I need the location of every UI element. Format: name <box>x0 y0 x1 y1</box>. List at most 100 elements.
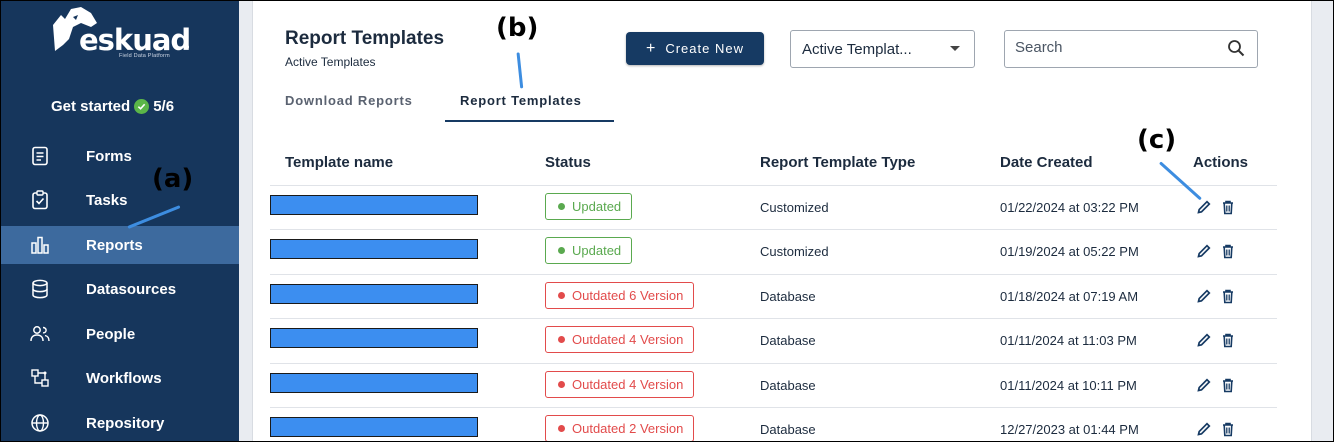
column-header-template-name[interactable]: Template name <box>285 154 393 171</box>
status-text: Outdated 6 Version <box>572 288 684 303</box>
create-new-label: Create New <box>665 41 744 56</box>
edit-pencil-icon[interactable] <box>1196 199 1212 215</box>
search-icon[interactable] <box>1227 39 1245 57</box>
brand-name: eskuad <box>79 23 191 57</box>
redacted-template-name <box>270 417 478 437</box>
redacted-template-name <box>270 373 478 393</box>
status-text: Outdated 2 Version <box>572 421 684 436</box>
status-dot-icon <box>558 247 565 254</box>
globe-icon <box>30 413 50 433</box>
column-header-date-created[interactable]: Date Created <box>1000 154 1093 171</box>
status-badge: Updated <box>545 237 633 264</box>
sidebar-item-tasks[interactable]: Tasks <box>1 181 239 219</box>
template-filter-value: Active Templat... <box>802 40 912 58</box>
date-created: 01/22/2024 at 03:22 PM <box>1000 200 1139 215</box>
edit-pencil-icon[interactable] <box>1196 377 1212 393</box>
annotation-c: (c) <box>1137 125 1177 155</box>
trash-icon[interactable] <box>1220 199 1236 215</box>
template-filter-select[interactable]: Active Templat... <box>790 30 975 68</box>
search-box[interactable] <box>1004 30 1258 68</box>
edit-pencil-icon[interactable] <box>1196 288 1212 304</box>
get-started-progress[interactable]: Get started 5/6 <box>51 98 174 115</box>
redacted-template-name <box>270 239 478 259</box>
template-type: Customized <box>760 244 829 259</box>
eskuad-logo[interactable]: eskuad Field Data Platform <box>51 5 193 61</box>
active-tab-indicator <box>445 120 614 122</box>
sidebar-item-workflows[interactable]: Workflows <box>1 359 239 397</box>
sidebar-item-people[interactable]: People <box>1 315 239 353</box>
trash-icon[interactable] <box>1220 421 1236 437</box>
brand-tagline: Field Data Platform <box>119 53 170 59</box>
page-subtitle: Active Templates <box>285 55 376 69</box>
date-created: 12/27/2023 at 01:44 PM <box>1000 422 1139 437</box>
status-badge: Outdated 4 Version <box>545 371 695 398</box>
status-dot-icon <box>558 292 565 299</box>
forms-icon <box>30 146 50 166</box>
sidebar-item-reports[interactable]: Reports <box>1 226 239 264</box>
status-text: Updated <box>572 199 622 214</box>
page-title: Report Templates <box>285 28 445 49</box>
edit-pencil-icon[interactable] <box>1196 243 1212 259</box>
caret-down-icon <box>950 46 960 51</box>
sidebar-item-label: People <box>86 325 136 343</box>
status-dot-icon <box>558 425 565 432</box>
sidebar-item-datasources[interactable]: Datasources <box>1 270 239 308</box>
status-dot-icon <box>558 203 565 210</box>
date-created: 01/11/2024 at 10:11 PM <box>1000 378 1137 393</box>
annotation-a: (a) <box>152 164 194 194</box>
status-text: Outdated 4 Version <box>572 332 684 347</box>
redacted-template-name <box>270 284 478 304</box>
get-started-label: Get started <box>51 98 131 115</box>
sidebar: eskuad Field Data Platform Get started 5… <box>1 1 239 441</box>
sidebar-item-forms[interactable]: Forms <box>1 137 239 175</box>
status-text: Updated <box>572 243 622 258</box>
app-window: eskuad Field Data Platform Get started 5… <box>0 0 1334 442</box>
search-input[interactable] <box>1015 39 1215 56</box>
sidebar-item-label: Reports <box>86 236 143 254</box>
column-header-type[interactable]: Report Template Type <box>760 154 915 171</box>
tab-download-reports[interactable]: Download Reports <box>285 93 413 108</box>
column-header-actions: Actions <box>1193 154 1249 171</box>
sidebar-item-repository[interactable]: Repository <box>1 404 239 441</box>
trash-icon[interactable] <box>1220 377 1236 393</box>
table-divider <box>270 363 1277 364</box>
reports-icon <box>30 235 50 255</box>
sidebar-item-label: Repository <box>86 414 165 432</box>
tasks-icon <box>30 190 50 210</box>
tab-report-templates[interactable]: Report Templates <box>460 93 582 108</box>
get-started-count: 5/6 <box>153 98 175 115</box>
redacted-template-name <box>270 328 478 348</box>
table-divider <box>270 407 1277 408</box>
table-divider <box>270 229 1277 230</box>
status-badge: Outdated 2 Version <box>545 415 695 441</box>
status-badge: Updated <box>545 193 633 220</box>
database-icon <box>30 279 50 299</box>
status-dot-icon <box>558 381 565 388</box>
edit-pencil-icon[interactable] <box>1196 421 1212 437</box>
status-badge: Outdated 4 Version <box>545 326 695 353</box>
workflows-icon <box>30 368 50 388</box>
sidebar-item-label: Workflows <box>86 369 162 387</box>
trash-icon[interactable] <box>1220 332 1236 348</box>
people-icon <box>30 324 50 344</box>
table-divider <box>270 274 1277 275</box>
sidebar-item-label: Tasks <box>86 191 128 209</box>
redacted-template-name <box>270 195 478 215</box>
template-type: Database <box>760 333 816 348</box>
trash-icon[interactable] <box>1220 288 1236 304</box>
create-new-button[interactable]: + Create New <box>626 32 764 65</box>
template-type: Database <box>760 422 816 437</box>
brand-dot <box>185 45 189 49</box>
trash-icon[interactable] <box>1220 243 1236 259</box>
table-divider <box>270 185 1277 186</box>
date-created: 01/11/2024 at 11:03 PM <box>1000 333 1137 348</box>
column-header-status[interactable]: Status <box>545 154 591 171</box>
check-circle-icon <box>134 99 150 114</box>
date-created: 01/19/2024 at 05:22 PM <box>1000 244 1139 259</box>
template-type: Database <box>760 378 816 393</box>
template-type: Customized <box>760 200 829 215</box>
status-text: Outdated 4 Version <box>572 377 684 392</box>
table-divider <box>270 318 1277 319</box>
edit-pencil-icon[interactable] <box>1196 332 1212 348</box>
plus-icon: + <box>646 39 657 57</box>
